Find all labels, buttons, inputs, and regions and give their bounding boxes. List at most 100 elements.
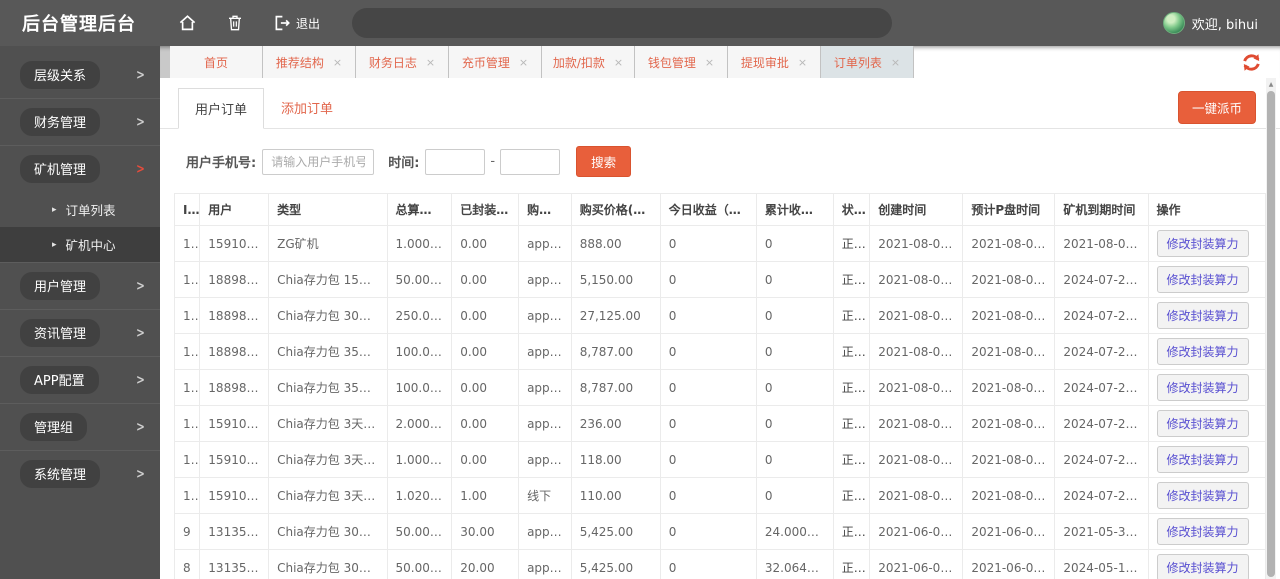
- tab-close-icon[interactable]: ×: [614, 57, 623, 68]
- sidebar-item[interactable]: 用户管理 >: [0, 262, 160, 309]
- table-row: 9 13135211000 Chia存力包 30天满存交付 50.00000 3…: [173, 513, 1267, 550]
- tab-close-icon[interactable]: ×: [519, 57, 528, 68]
- sidebar-item[interactable]: 财务管理 >: [0, 98, 160, 145]
- cell-plot-time: 2021-08-06 11:32:56: [962, 225, 1056, 262]
- sidebar-item[interactable]: 系统管理 >: [0, 450, 160, 497]
- refresh-icon[interactable]: [1241, 52, 1262, 73]
- modify-seal-power-button[interactable]: 修改封装算力: [1156, 410, 1249, 437]
- trash-icon[interactable]: [227, 14, 243, 32]
- sidebar-item[interactable]: 管理组 >: [0, 403, 160, 450]
- modify-seal-power-button[interactable]: 修改封装算力: [1156, 446, 1249, 473]
- tab-label: 首页: [203, 55, 228, 70]
- cell-plot-time: 2021-06-01 00:21:08: [962, 513, 1056, 550]
- sidebar-item-label: APP配置: [20, 366, 99, 394]
- cell-sealed-power: 0.00: [451, 261, 520, 298]
- table-row: 10 15910903445 Chia存力包 3天满存交付 1.02000 1.…: [173, 477, 1267, 514]
- cell-id: 11: [173, 441, 201, 478]
- column-header: 类型: [268, 193, 388, 226]
- header-user[interactable]: 欢迎, bihui: [1162, 12, 1258, 34]
- cell-price: 118.00: [570, 441, 661, 478]
- subtab[interactable]: 添加订单: [264, 87, 350, 128]
- tab-close-icon[interactable]: ×: [798, 57, 807, 68]
- sidebar-subitem[interactable]: ▸ 订单列表: [0, 192, 160, 227]
- orders-table: ID 用户 类型 总算力(TB) 已封装算力 购买: [173, 193, 1267, 579]
- dispatch-coin-button[interactable]: 一键派币: [1177, 91, 1256, 124]
- phone-input[interactable]: [262, 148, 375, 175]
- tab-close-icon[interactable]: ×: [426, 57, 435, 68]
- home-icon[interactable]: [178, 14, 197, 32]
- vertical-scrollbar[interactable]: ▲: [1266, 78, 1276, 579]
- cell-id: 9: [173, 513, 201, 550]
- tab[interactable]: 提现审批 ×: [728, 46, 821, 78]
- modify-seal-power-button[interactable]: 修改封装算力: [1156, 230, 1249, 257]
- sidebar-item-label: 资讯管理: [20, 319, 101, 347]
- modify-seal-power-button[interactable]: 修改封装算力: [1156, 482, 1249, 509]
- cell-id: 12: [173, 405, 201, 442]
- modify-seal-power-button[interactable]: 修改封装算力: [1156, 518, 1249, 545]
- tab-label: 加款/扣款: [552, 55, 605, 70]
- tab-label: 提现审批: [740, 55, 789, 70]
- sidebar-item[interactable]: 矿机管理 >: [0, 145, 160, 192]
- cell-expire-time: 2021-05-30 23:59:59: [1054, 513, 1149, 550]
- logout-button[interactable]: 退出: [273, 14, 320, 32]
- cell-today-profit: 0: [659, 225, 757, 262]
- cell-price: 5,425.00: [570, 513, 661, 550]
- cell-total-profit: 32.06400000: [755, 549, 834, 579]
- cell-actions: 修改封装算力: [1147, 225, 1267, 262]
- scrollbar-up-button[interactable]: ▲: [1266, 78, 1276, 90]
- cell-type: Chia存力包 3天满存交付: [268, 405, 388, 442]
- cell-price: 8,787.00: [570, 369, 661, 406]
- tab[interactable]: 加款/扣款 ×: [542, 46, 635, 78]
- modify-seal-power-button[interactable]: 修改封装算力: [1156, 338, 1249, 365]
- sidebar-item[interactable]: 资讯管理 >: [0, 309, 160, 356]
- tab[interactable]: 钱包管理 ×: [635, 46, 728, 78]
- cell-status: 正常: [832, 513, 871, 550]
- table-row: 13 18898395608 Chia存力包 35天满存交付 100.00000…: [173, 369, 1267, 406]
- cell-status: 正常: [832, 333, 871, 370]
- cell-total-power: 100.00000: [386, 333, 453, 370]
- cell-total-profit: 24.00000000: [755, 513, 834, 550]
- logout-label: 退出: [296, 16, 321, 31]
- submenu-arrow-icon: ▸: [52, 239, 57, 250]
- cell-total-power: 250.00000: [386, 297, 453, 334]
- modify-seal-power-button[interactable]: 修改封装算力: [1156, 554, 1249, 579]
- modify-seal-power-button[interactable]: 修改封装算力: [1156, 302, 1249, 329]
- cell-user: 15910903445: [199, 405, 270, 442]
- sidebar-subitem[interactable]: ▸ 矿机中心: [0, 227, 160, 262]
- subtab[interactable]: 用户订单: [178, 88, 265, 129]
- table-row: 17 15910903445 ZG矿机 1.00000 0.00 app购买 8…: [173, 225, 1267, 262]
- tab-close-icon[interactable]: ×: [891, 57, 900, 68]
- column-header: 购买价格(USDT): [570, 193, 661, 226]
- cell-price: 110.00: [570, 477, 661, 514]
- search-button[interactable]: 搜索: [576, 146, 632, 177]
- time-from-input[interactable]: [425, 148, 486, 175]
- tab-close-icon[interactable]: ×: [333, 57, 342, 68]
- tab-close-icon[interactable]: ×: [705, 57, 714, 68]
- cell-user: 18898395608: [199, 333, 270, 370]
- cell-status: 正常: [832, 405, 871, 442]
- time-to-input[interactable]: [500, 148, 561, 175]
- cell-expire-time: 2024-07-20 23:02:36: [1054, 333, 1149, 370]
- scrollbar-thumb[interactable]: [1267, 91, 1275, 577]
- tab[interactable]: 订单列表 ×: [821, 46, 914, 78]
- cell-user: 15910903445: [199, 441, 270, 478]
- tab[interactable]: 充币管理 ×: [449, 46, 542, 78]
- sidebar-item[interactable]: APP配置 >: [0, 356, 160, 403]
- tab[interactable]: 推荐结构 ×: [263, 46, 356, 78]
- tab[interactable]: 首页 ×: [170, 46, 263, 78]
- cell-actions: 修改封装算力: [1147, 441, 1267, 478]
- modify-seal-power-button[interactable]: 修改封装算力: [1156, 374, 1249, 401]
- cell-purchase-method: app购买: [518, 261, 572, 298]
- content-area: 首页 × 推荐结构 × 财务日志 ×: [160, 46, 1280, 579]
- cell-type: Chia存力包 3天满存交付: [268, 477, 388, 514]
- tab[interactable]: 财务日志 ×: [356, 46, 449, 78]
- logout-icon: [275, 15, 290, 31]
- sidebar-item[interactable]: 层级关系 >: [0, 52, 160, 98]
- cell-created-time: 2021-08-05 23:02:08: [869, 405, 964, 442]
- welcome-text: 欢迎, bihui: [1191, 17, 1258, 33]
- modify-seal-power-button[interactable]: 修改封装算力: [1156, 266, 1249, 293]
- cell-actions: 修改封装算力: [1147, 477, 1267, 514]
- header-search-input[interactable]: [352, 8, 893, 38]
- cell-total-power: 50.00000: [386, 513, 453, 550]
- cell-expire-time: 2024-07-20 22:45:03: [1054, 477, 1149, 514]
